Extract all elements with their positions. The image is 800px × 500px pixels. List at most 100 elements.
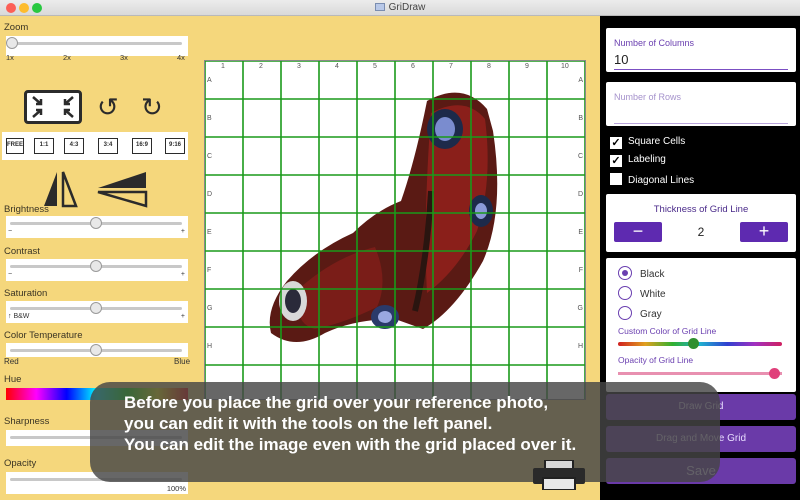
diagonal-lines-label: Diagonal Lines	[628, 175, 695, 186]
square-cells-label: Square Cells	[628, 136, 686, 147]
grid-col-label: 4	[335, 63, 339, 70]
grid-row-label-right: H	[577, 343, 583, 350]
rotate-left-icon[interactable]: ↺	[97, 94, 119, 120]
zoom-tick-2x: 2x	[63, 53, 71, 62]
color-temperature-slider[interactable]	[6, 343, 188, 357]
saturation-slider[interactable]: ↑ B&W +	[6, 301, 188, 323]
zoom-tick-4x: 4x	[177, 53, 185, 62]
color-temperature-knob[interactable]	[90, 344, 102, 356]
rows-field-label: Number of Rows	[614, 92, 682, 102]
grid-row-label: H	[207, 343, 213, 350]
grid-row-label-right: F	[578, 267, 583, 274]
flip-horizontal-icon[interactable]	[40, 168, 80, 208]
labeling-label: Labeling	[628, 154, 666, 165]
grid-col-label: 1	[221, 63, 225, 70]
rotate-right-icon[interactable]: ↻	[141, 94, 163, 120]
zoom-tick-1x: 1x	[6, 53, 14, 62]
grid-overlay-area[interactable]: 1 2 3 4 5 6 7 8 9 10 A B C D E F G H A B…	[204, 60, 586, 400]
custom-color-slider[interactable]	[618, 342, 782, 346]
thickness-card: Thickness of Grid Line − 2 +	[606, 194, 796, 252]
ratio-3-4-button[interactable]: 3:4	[98, 138, 118, 154]
columns-field-value[interactable]: 10	[614, 52, 628, 67]
contrast-knob[interactable]	[90, 260, 102, 272]
grid-col-label: 8	[487, 63, 491, 70]
grid-row-label-right: G	[577, 305, 583, 312]
grid-row-label-right: A	[578, 77, 583, 84]
color-temperature-max: Blue	[174, 357, 191, 366]
ratio-1-1-button[interactable]: 1:1	[34, 138, 54, 154]
increase-thickness-button[interactable]: +	[740, 222, 788, 242]
radio-selected-icon	[618, 266, 632, 280]
grid-row-label: B	[207, 115, 212, 122]
grid-opacity-knob[interactable]	[769, 368, 780, 379]
rows-field-card[interactable]: Number of Rows	[606, 82, 796, 126]
grid-row-label: F	[207, 267, 212, 274]
contrast-slider[interactable]: − +	[6, 259, 188, 281]
square-cells-checkbox[interactable]: ✓ Square Cells	[610, 136, 685, 150]
aspect-ratio-toolbar: FREE 1:1 4:3 3:4 16:9 9:16	[2, 132, 188, 160]
grid-col-label: 9	[525, 63, 529, 70]
print-icon[interactable]	[531, 460, 587, 490]
color-gray-radio[interactable]: Gray	[618, 306, 662, 322]
ratio-free-button[interactable]: FREE	[6, 138, 24, 154]
caption-line-3: You can edit the image even with the gri…	[124, 435, 577, 454]
checkbox-checked-icon: ✓	[610, 155, 622, 167]
brightness-knob[interactable]	[90, 217, 102, 229]
color-white-radio[interactable]: White	[618, 286, 666, 302]
custom-color-knob[interactable]	[688, 338, 699, 349]
color-white-label: White	[640, 289, 666, 300]
diagonal-lines-checkbox[interactable]: Diagonal Lines	[610, 173, 694, 187]
ratio-16-9-button[interactable]: 16:9	[132, 138, 152, 154]
contrast-min: −	[8, 271, 13, 278]
zoom-tick-3x: 3x	[120, 53, 128, 62]
saturation-min: ↑ B&W	[8, 313, 30, 320]
flip-vertical-icon[interactable]	[96, 168, 150, 208]
saturation-knob[interactable]	[90, 302, 102, 314]
checkbox-unchecked-icon	[610, 173, 622, 185]
labeling-checkbox[interactable]: ✓ Labeling	[610, 154, 666, 168]
checkbox-checked-icon: ✓	[610, 137, 622, 149]
grid-col-label: 6	[411, 63, 415, 70]
thickness-title: Thickness of Grid Line	[653, 204, 749, 215]
grid-row-label: D	[207, 191, 213, 198]
columns-field-card[interactable]: Number of Columns 10	[606, 28, 796, 72]
ratio-9-16-button[interactable]: 9:16	[165, 138, 185, 154]
shrink-arrows-icon	[32, 96, 74, 118]
window-title: GriDraw	[388, 2, 426, 13]
hue-label: Hue	[4, 374, 22, 385]
grid-row-label: C	[207, 153, 213, 160]
grid-row-label: G	[207, 305, 213, 312]
color-temperature-min: Red	[4, 357, 19, 366]
saturation-max: +	[180, 313, 185, 320]
grid-opacity-label: Opacity of Grid Line	[618, 355, 694, 365]
fit-to-screen-button[interactable]	[24, 90, 82, 124]
zoom-slider[interactable]	[6, 36, 188, 56]
grid-opacity-slider[interactable]	[618, 372, 782, 375]
opacity-label: Opacity	[4, 458, 37, 469]
grid-col-label: 10	[561, 63, 569, 70]
color-black-label: Black	[640, 269, 665, 280]
ratio-4-3-button[interactable]: 4:3	[64, 138, 84, 154]
grid-col-label: 2	[259, 63, 263, 70]
sharpness-label: Sharpness	[4, 416, 50, 427]
grid-row-label: A	[207, 77, 212, 84]
butterfly-image	[269, 92, 498, 342]
brightness-slider[interactable]: − +	[6, 216, 188, 238]
color-black-radio[interactable]: Black	[618, 266, 664, 282]
grid-row-label-right: E	[578, 229, 583, 236]
zoom-knob[interactable]	[6, 37, 18, 49]
grid-row-label-right: B	[578, 115, 583, 122]
caption-line-1: Before you place the grid over your refe…	[124, 393, 549, 412]
saturation-label: Saturation	[4, 288, 48, 299]
radio-unselected-icon	[618, 306, 632, 320]
brightness-label: Brightness	[4, 204, 49, 215]
opacity-max: 100%	[166, 484, 186, 493]
butterfly-photo-with-grid	[205, 61, 585, 399]
grid-row-label-right: D	[577, 191, 583, 198]
radio-unselected-icon	[618, 286, 632, 300]
caption-line-2: you can edit it with the tools on the le…	[124, 414, 493, 433]
grid-col-label: 7	[449, 63, 453, 70]
brightness-min: −	[8, 228, 13, 235]
app-icon	[374, 3, 385, 11]
color-gray-label: Gray	[640, 309, 662, 320]
